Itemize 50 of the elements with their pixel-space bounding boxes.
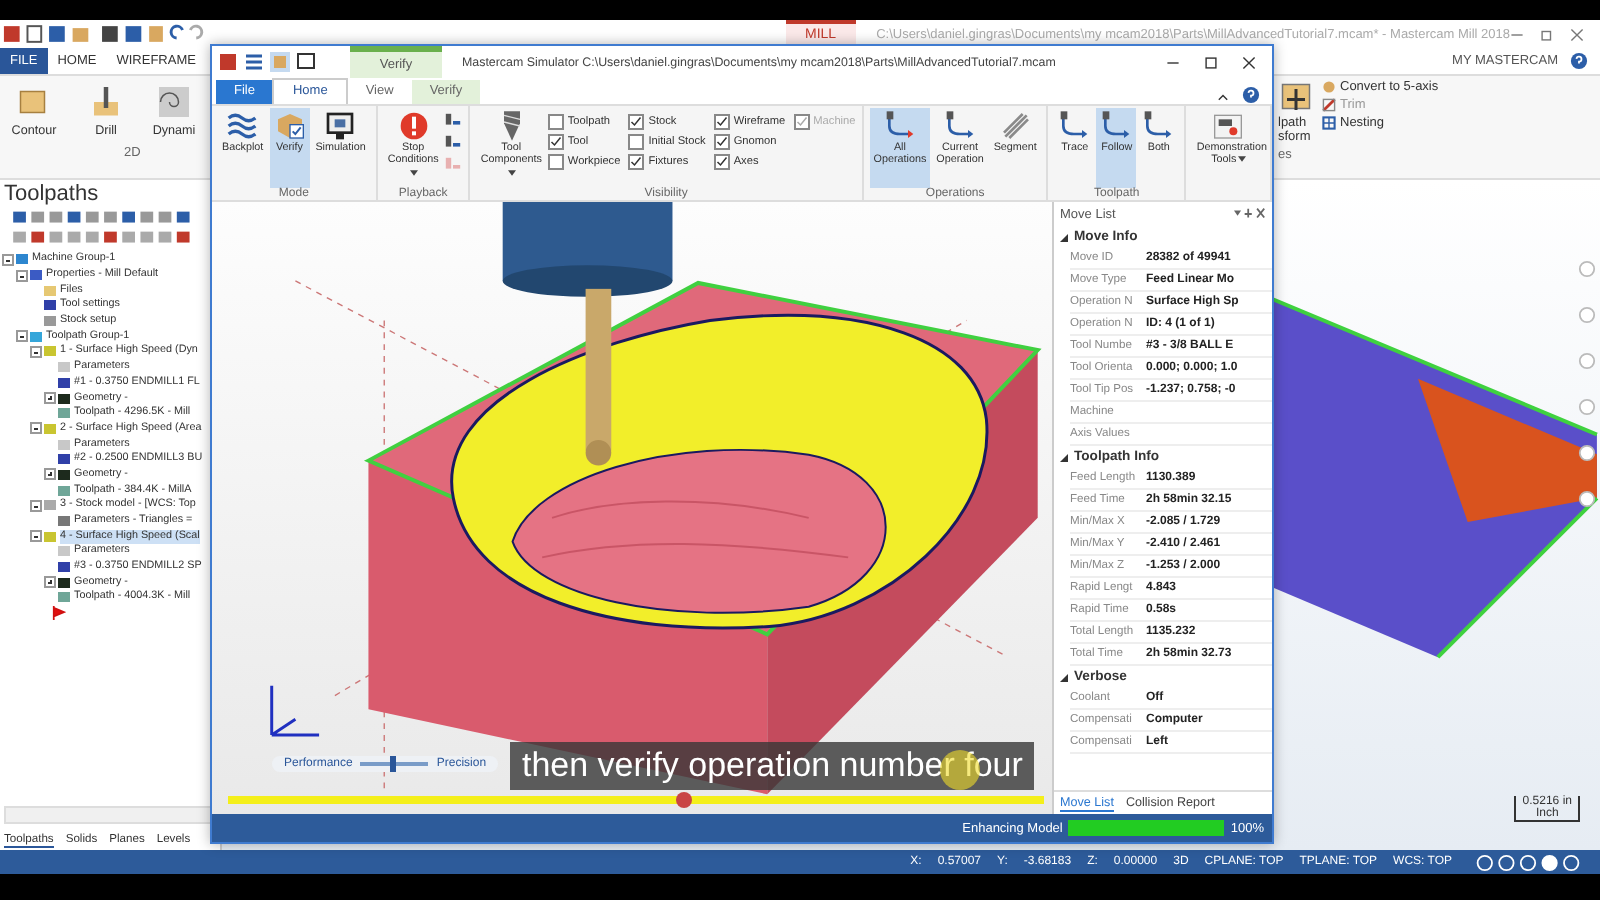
expander-icon[interactable] [1060, 233, 1068, 241]
checkmark-icon [549, 136, 562, 148]
expander-icon[interactable] [30, 422, 42, 435]
spiral-icon [156, 84, 192, 120]
expander-icon[interactable] [44, 392, 56, 405]
expander-icon[interactable] [2, 253, 14, 266]
waves-icon [226, 110, 259, 142]
follow-icon [1100, 110, 1133, 142]
expander-icon[interactable] [16, 269, 28, 282]
box-check-icon [273, 110, 306, 142]
toolbox-icon [1212, 110, 1245, 142]
expander-icon[interactable] [16, 330, 28, 343]
expander-icon[interactable] [1060, 453, 1068, 461]
trace-icon [1058, 110, 1091, 142]
panel-controls-icon[interactable] [1234, 208, 1266, 220]
checkmark-icon [630, 116, 643, 128]
monitor-icon [324, 110, 357, 142]
flag-icon [52, 605, 66, 620]
playback-thumb[interactable] [676, 792, 693, 808]
gnomon-icon [270, 684, 321, 737]
subtitle-caption: then verify operation number four [510, 742, 1035, 790]
close-icon[interactable] [1242, 55, 1256, 69]
expander-icon[interactable] [44, 468, 56, 481]
slider-thumb[interactable] [389, 756, 396, 772]
expander-icon[interactable] [44, 576, 56, 589]
playback-track[interactable] [228, 796, 1044, 804]
expander-icon[interactable] [30, 345, 42, 358]
horizontal-scrollbar[interactable] [4, 806, 216, 824]
help-icon[interactable] [1242, 86, 1260, 104]
collapse-icon[interactable] [1216, 90, 1230, 104]
expander-icon[interactable] [30, 499, 42, 512]
step-icon[interactable] [444, 112, 463, 130]
path-icon [1142, 110, 1175, 142]
trim-icon [1322, 98, 1336, 112]
panel-title: Toolpaths [2, 180, 101, 208]
drill-bit-icon [88, 84, 124, 120]
path-icon [883, 110, 916, 142]
expander-icon[interactable] [1060, 673, 1068, 681]
segment-icon [999, 110, 1032, 142]
checkmark-icon [630, 156, 643, 168]
maximize-icon[interactable] [1204, 55, 1218, 69]
checkmark-icon [795, 116, 808, 128]
curve-icon [943, 110, 976, 142]
restore-icon[interactable] [1540, 27, 1554, 41]
title-toolbar-drawing[interactable] [218, 50, 318, 74]
expander-icon[interactable] [30, 530, 42, 543]
stop-sign-icon [397, 110, 430, 142]
help-icon[interactable] [1570, 52, 1588, 70]
step-icon[interactable] [444, 134, 463, 152]
transform-icon [1278, 80, 1314, 116]
